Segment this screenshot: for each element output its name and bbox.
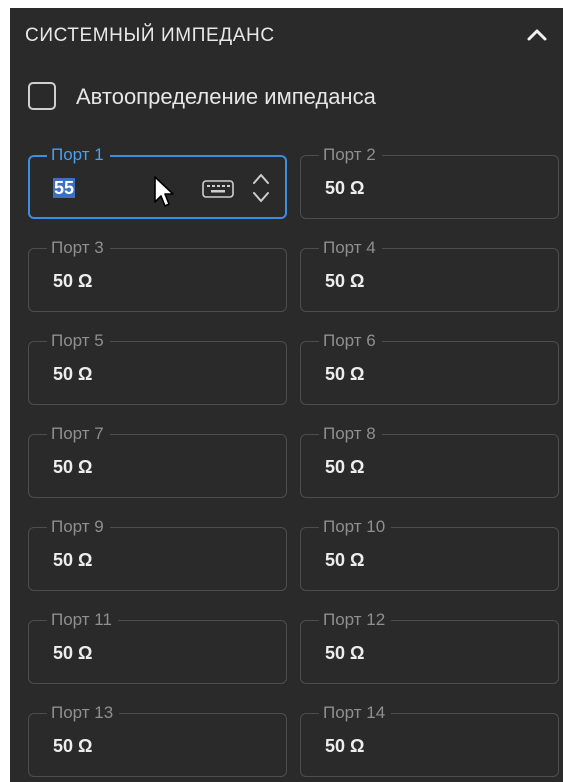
port-2-value[interactable]: 50 Ω <box>325 178 364 199</box>
port-8-field[interactable]: Порт 8 50 Ω <box>300 424 559 498</box>
panel-header[interactable]: СИСТЕМНЫЙ ИМПЕДАНС <box>10 8 563 64</box>
port-7-value[interactable]: 50 Ω <box>53 457 92 478</box>
mouse-cursor-icon <box>154 176 174 207</box>
port-4-value[interactable]: 50 Ω <box>325 271 364 292</box>
port-4-label: Порт 4 <box>319 238 382 258</box>
port-12-field[interactable]: Порт 12 50 Ω <box>300 610 559 684</box>
port-8-label: Порт 8 <box>319 424 382 444</box>
port-1-label: Порт 1 <box>47 145 110 165</box>
port-13-value[interactable]: 50 Ω <box>53 736 92 757</box>
port-1-value[interactable]: 55 <box>53 178 76 199</box>
port-11-value[interactable]: 50 Ω <box>53 643 92 664</box>
port-6-field[interactable]: Порт 6 50 Ω <box>300 331 559 405</box>
keyboard-icon[interactable] <box>202 179 234 199</box>
port-4-field[interactable]: Порт 4 50 Ω <box>300 238 559 312</box>
auto-detect-checkbox[interactable] <box>28 82 56 110</box>
port-7-field[interactable]: Порт 7 50 Ω <box>28 424 287 498</box>
port-2-field[interactable]: Порт 2 50 Ω <box>300 145 559 219</box>
port-14-value[interactable]: 50 Ω <box>325 736 364 757</box>
port-2-label: Порт 2 <box>319 145 382 165</box>
port-3-value[interactable]: 50 Ω <box>53 271 92 292</box>
port-9-value[interactable]: 50 Ω <box>53 550 92 571</box>
port-12-label: Порт 12 <box>319 610 392 630</box>
port-5-label: Порт 5 <box>47 331 110 351</box>
panel-title: СИСТЕМНЫЙ ИМПЕДАНС <box>25 25 275 46</box>
spinner-icon[interactable] <box>250 169 272 207</box>
port-10-label: Порт 10 <box>319 517 392 537</box>
port-10-field[interactable]: Порт 10 50 Ω <box>300 517 559 591</box>
port-7-label: Порт 7 <box>47 424 110 444</box>
port-1-selected-value[interactable]: 55 <box>53 178 76 198</box>
port-5-field[interactable]: Порт 5 50 Ω <box>28 331 287 405</box>
port-9-label: Порт 9 <box>47 517 110 537</box>
port-14-field[interactable]: Порт 14 50 Ω <box>300 703 559 777</box>
port-12-value[interactable]: 50 Ω <box>325 643 364 664</box>
port-6-value[interactable]: 50 Ω <box>325 364 364 385</box>
port-3-field[interactable]: Порт 3 50 Ω <box>28 238 287 312</box>
chevron-up-icon[interactable] <box>524 22 550 48</box>
auto-detect-label: Автоопределение импеданса <box>76 84 376 109</box>
port-11-label: Порт 11 <box>47 610 118 630</box>
port-13-field[interactable]: Порт 13 50 Ω <box>28 703 287 777</box>
port-3-label: Порт 3 <box>47 238 110 258</box>
port-13-label: Порт 13 <box>47 703 120 723</box>
port-8-value[interactable]: 50 Ω <box>325 457 364 478</box>
port-impedance-grid: Порт 1 55 Порт 2 50 Ω Порт 3 50 Ω Порт 4… <box>28 145 559 777</box>
port-10-value[interactable]: 50 Ω <box>325 550 364 571</box>
port-1-field[interactable]: Порт 1 55 <box>28 145 287 219</box>
auto-detect-checkbox-row[interactable]: Автоопределение импеданса <box>28 82 508 116</box>
system-impedance-panel: СИСТЕМНЫЙ ИМПЕДАНС Автоопределение импед… <box>10 8 563 782</box>
port-6-label: Порт 6 <box>319 331 382 351</box>
port-11-field[interactable]: Порт 11 50 Ω <box>28 610 287 684</box>
port-9-field[interactable]: Порт 9 50 Ω <box>28 517 287 591</box>
port-14-label: Порт 14 <box>319 703 392 723</box>
port-5-value[interactable]: 50 Ω <box>53 364 92 385</box>
